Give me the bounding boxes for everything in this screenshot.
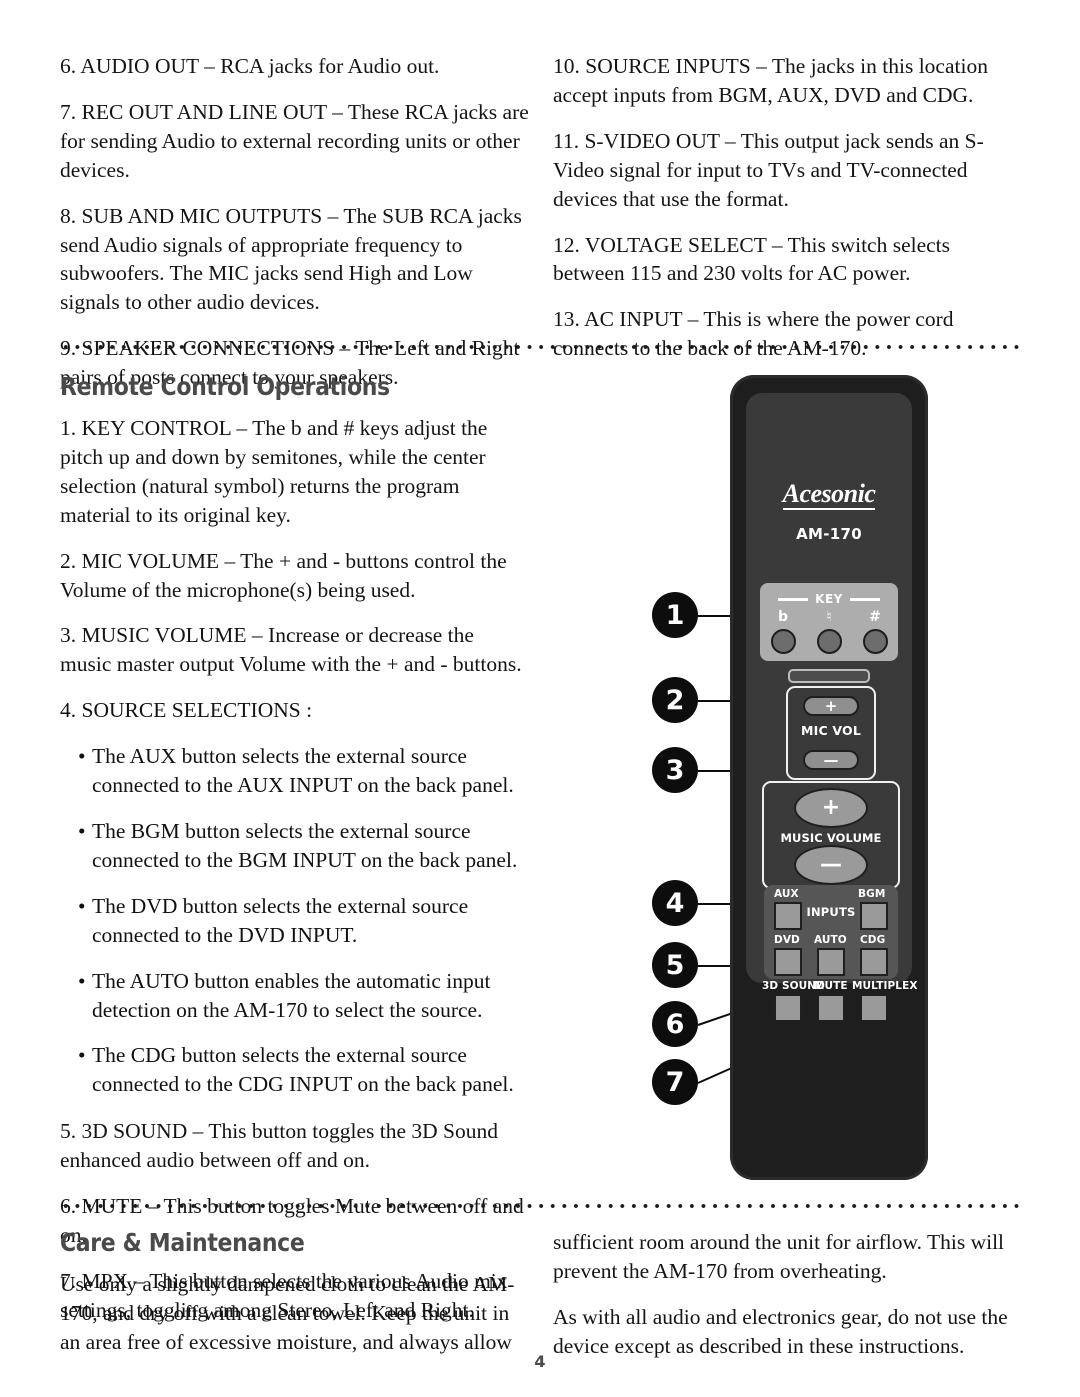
remote-item-2: 2. MIC VOLUME – The + and - buttons cont… — [60, 548, 507, 602]
bullet-text: The AUTO button enables the automatic in… — [92, 968, 491, 1022]
music-volume-label: MUSIC VOLUME — [780, 831, 882, 845]
flat-symbol-label: b — [777, 609, 789, 625]
paragraph-item-11: 11. S-VIDEO OUT – This output jack sends… — [553, 128, 984, 211]
bullet-text: The DVD button selects the external sour… — [92, 893, 469, 947]
paragraph-item-8: 8. SUB AND MIC OUTPUTS – The SUB RCA jac… — [60, 203, 522, 315]
aux-button[interactable] — [774, 902, 802, 930]
paragraph-item-10: 10. SOURCE INPUTS – The jacks in this lo… — [553, 54, 988, 107]
key-sharp-button[interactable] — [862, 629, 888, 654]
care-maintenance-right: sufficient room around the unit for airf… — [553, 1228, 1023, 1361]
remote-control-figure: 1 2 3 4 5 6 7 Acesonic AM-170 KEY b ♮ # … — [620, 370, 1030, 1200]
paragraph-item-7: 7. REC OUT AND LINE OUT – These RCA jack… — [60, 99, 529, 182]
music-volume-up-button[interactable]: + — [794, 788, 868, 828]
function-button-row: 3D SOUND MUTE MULTIPLEX — [762, 980, 917, 1023]
key-title: KEY — [815, 592, 843, 606]
music-volume-group: + MUSIC VOLUME — — [762, 781, 900, 889]
remote-item-5: 5. 3D SOUND – This button toggles the 3D… — [60, 1119, 498, 1173]
document-page: 6. AUDIO OUT – RCA jacks for Audio out. … — [0, 0, 1080, 1397]
remote-control-operations-section: Remote Control Operations 1. KEY CONTROL… — [60, 372, 530, 1325]
bullet-text: The CDG button selects the external sour… — [92, 1043, 514, 1097]
brand-logo: Acesonic — [746, 481, 912, 510]
paragraph-item-12: 12. VOLTAGE SELECT – This switch selects… — [553, 232, 951, 286]
callout-5: 5 — [652, 942, 698, 988]
mic-volume-down-button[interactable]: — — [803, 750, 859, 770]
key-flat-button[interactable] — [770, 629, 796, 654]
bgm-button[interactable] — [860, 902, 888, 930]
list-item: • The DVD button selects the external so… — [78, 892, 530, 950]
callout-1: 1 — [652, 592, 698, 638]
cdg-label: CDG — [860, 934, 886, 946]
key-label-row: b ♮ # — [760, 610, 898, 624]
key-natural-button[interactable] — [816, 629, 842, 654]
mute-button[interactable] — [817, 994, 845, 1022]
cdg-button[interactable] — [860, 948, 888, 976]
care-paragraph-left-1: Use only a slightly dampened cloth to cl… — [60, 1272, 515, 1354]
callout-4: 4 — [652, 880, 698, 926]
music-volume-down-button[interactable]: — — [794, 845, 868, 885]
key-control-panel: KEY b ♮ # — [760, 583, 898, 661]
list-item: • The AUX button selects the external so… — [78, 742, 530, 800]
paragraph-item-13: 13. AC INPUT – This is where the power c… — [553, 307, 954, 360]
auto-button[interactable] — [817, 948, 845, 976]
key-dash-left-icon — [778, 597, 809, 601]
list-item: • The AUTO button enables the automatic … — [78, 967, 530, 1025]
page-number: 4 — [534, 1352, 546, 1371]
brand-logo-text: Acesonic — [782, 479, 876, 510]
mute-label: MUTE — [814, 980, 848, 992]
callout-2: 2 — [652, 677, 698, 723]
dvd-label: DVD — [774, 934, 800, 946]
multiplex-label: MULTIPLEX — [852, 980, 918, 992]
key-title-row: KEY — [760, 591, 898, 607]
bullet-marker: • — [78, 893, 86, 918]
dvd-button[interactable] — [774, 948, 802, 976]
bullet-marker: • — [78, 1043, 86, 1068]
ir-slot — [788, 669, 870, 683]
bullet-text: The BGM button selects the external sour… — [92, 818, 518, 872]
list-item: • The BGM button selects the external so… — [78, 817, 530, 875]
model-label: AM-170 — [796, 525, 862, 543]
dotted-divider-bottom — [60, 1203, 1023, 1209]
sharp-symbol-label: # — [869, 609, 881, 625]
remote-faceplate: Acesonic AM-170 KEY b ♮ # + MIC VOL — + … — [746, 393, 917, 1022]
remote-item-4: 4. SOURCE SELECTIONS : — [60, 698, 313, 723]
natural-symbol-label: ♮ — [826, 609, 832, 625]
remote-body: Acesonic AM-170 KEY b ♮ # + MIC VOL — + … — [730, 375, 928, 1180]
list-item: • The CDG button selects the external so… — [78, 1041, 530, 1099]
paragraph-item-6: 6. AUDIO OUT – RCA jacks for Audio out. — [60, 54, 440, 78]
mic-volume-group: + MIC VOL — — [786, 686, 876, 780]
key-dash-right-icon — [849, 597, 880, 601]
mic-volume-label: MIC VOL — [800, 723, 862, 738]
aux-label: AUX — [774, 888, 799, 900]
care-maintenance-left: Care & Maintenance Use only a slightly d… — [60, 1228, 530, 1357]
bullet-marker: • — [78, 818, 86, 843]
source-selection-bullets: • The AUX button selects the external so… — [60, 742, 530, 1099]
auto-label: AUTO — [814, 934, 847, 946]
callout-3: 3 — [652, 747, 698, 793]
bullet-text: The AUX button selects the external sour… — [92, 744, 514, 798]
bullet-marker: • — [78, 744, 86, 769]
remote-item-3: 3. MUSIC VOLUME – Increase or decrease t… — [60, 623, 522, 677]
inputs-panel: INPUTS AUX BGM DVD AUTO CDG — [764, 885, 898, 979]
right-column-top: 10. SOURCE INPUTS – The jacks in this lo… — [553, 52, 1023, 363]
callout-6: 6 — [652, 1001, 698, 1047]
care-paragraph-right-1: sufficient room around the unit for airf… — [553, 1230, 1005, 1283]
left-column-top: 6. AUDIO OUT – RCA jacks for Audio out. … — [60, 52, 530, 392]
bullet-marker: • — [78, 968, 86, 993]
remote-item-1: 1. KEY CONTROL – The b and # keys adjust… — [60, 416, 488, 527]
mic-volume-up-button[interactable]: + — [803, 696, 859, 716]
sound3d-button[interactable] — [774, 994, 802, 1022]
dotted-divider-top — [60, 344, 1023, 350]
bgm-label: BGM — [858, 888, 886, 900]
multiplex-button[interactable] — [860, 994, 888, 1022]
section-heading-remote: Remote Control Operations — [60, 372, 390, 401]
key-button-row — [760, 629, 898, 654]
section-heading-care: Care & Maintenance — [60, 1228, 305, 1257]
callout-7: 7 — [652, 1059, 698, 1105]
